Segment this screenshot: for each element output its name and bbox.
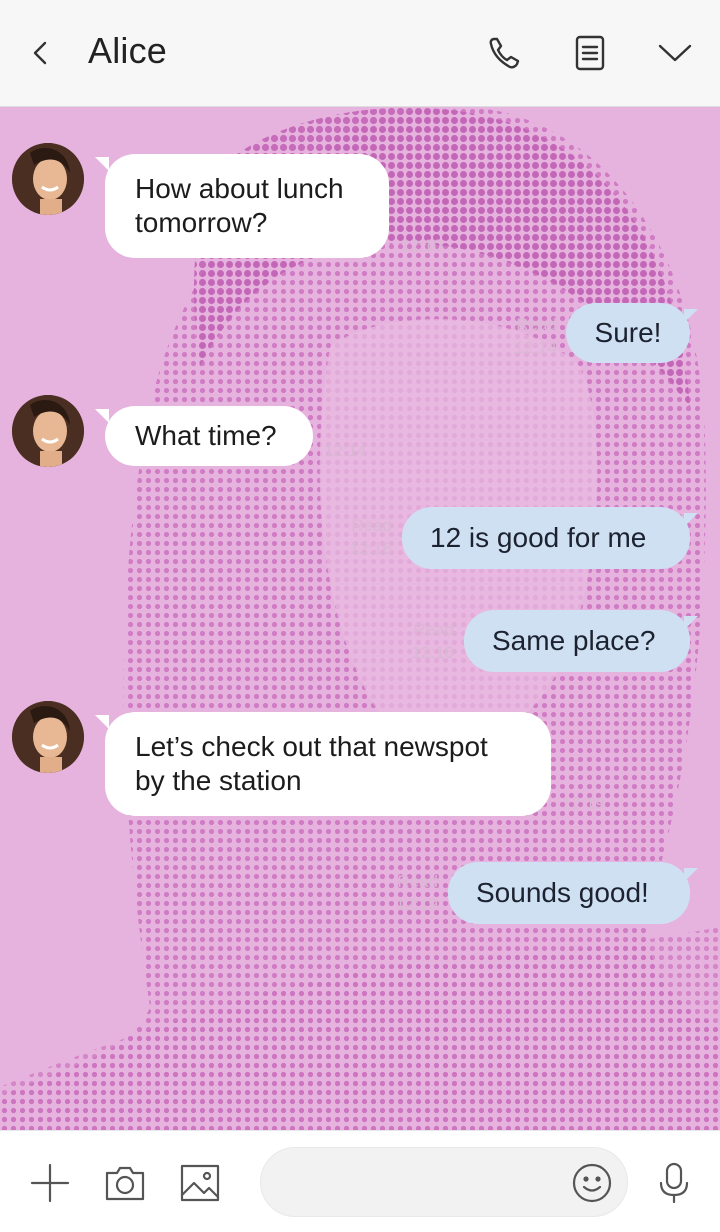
- message-time: 12:16: [349, 539, 392, 558]
- read-receipt: Read: [351, 516, 392, 535]
- phone-icon[interactable]: [480, 28, 530, 78]
- message-bubble-outgoing[interactable]: Same place?: [464, 610, 690, 672]
- chat-header: Alice: [0, 0, 720, 107]
- message-text-line: Let’s check out that newspot: [135, 731, 488, 762]
- read-receipt: Read: [413, 620, 454, 639]
- emoji-icon[interactable]: [568, 1159, 616, 1207]
- avatar[interactable]: [12, 701, 84, 773]
- message-text-line: by the station: [135, 765, 302, 796]
- chat-title: Alice: [88, 30, 168, 71]
- message-time: 12:16: [411, 643, 454, 662]
- bubble-tail: [95, 157, 109, 171]
- plus-icon[interactable]: [26, 1159, 74, 1207]
- read-receipt: Read: [516, 315, 557, 334]
- read-receipt: Read: [397, 872, 438, 891]
- camera-icon[interactable]: [101, 1159, 149, 1207]
- message-bubble-outgoing[interactable]: 12 is good for me: [402, 507, 690, 569]
- input-bar: [0, 1130, 720, 1232]
- notes-icon[interactable]: [565, 28, 615, 78]
- message-time: 12:14: [324, 441, 367, 460]
- message-time: 12:19: [562, 794, 605, 813]
- bubble-tail: [95, 409, 109, 423]
- message-bubble-incoming[interactable]: What time?: [105, 406, 313, 466]
- message-bubble-outgoing[interactable]: Sounds good!: [448, 862, 690, 924]
- bubble-tail: [684, 513, 698, 527]
- bubble-tail: [684, 309, 698, 323]
- message-time: 12:10: [400, 236, 443, 255]
- chevron-down-icon[interactable]: [650, 28, 700, 78]
- back-icon[interactable]: [16, 28, 66, 78]
- message-bubble-outgoing[interactable]: Sure!: [566, 303, 690, 363]
- microphone-icon[interactable]: [650, 1159, 698, 1207]
- bubble-tail: [95, 715, 109, 729]
- message-time: 12:19: [395, 895, 438, 914]
- message-bubble-incoming[interactable]: How about lunch tomorrow?: [105, 154, 389, 258]
- message-text-line: How about lunch: [135, 173, 344, 204]
- avatar[interactable]: [12, 143, 84, 215]
- message-bubble-incoming[interactable]: Let’s check out that newspot by the stat…: [105, 712, 551, 816]
- chat-area[interactable]: How about lunch tomorrow? 12:10 Read 12:…: [0, 107, 720, 1130]
- image-icon[interactable]: [176, 1159, 224, 1207]
- bubble-tail: [684, 616, 698, 630]
- message-text-line: tomorrow?: [135, 207, 268, 238]
- avatar[interactable]: [12, 395, 84, 467]
- bubble-tail: [684, 868, 698, 882]
- message-time: 12:14: [514, 338, 557, 357]
